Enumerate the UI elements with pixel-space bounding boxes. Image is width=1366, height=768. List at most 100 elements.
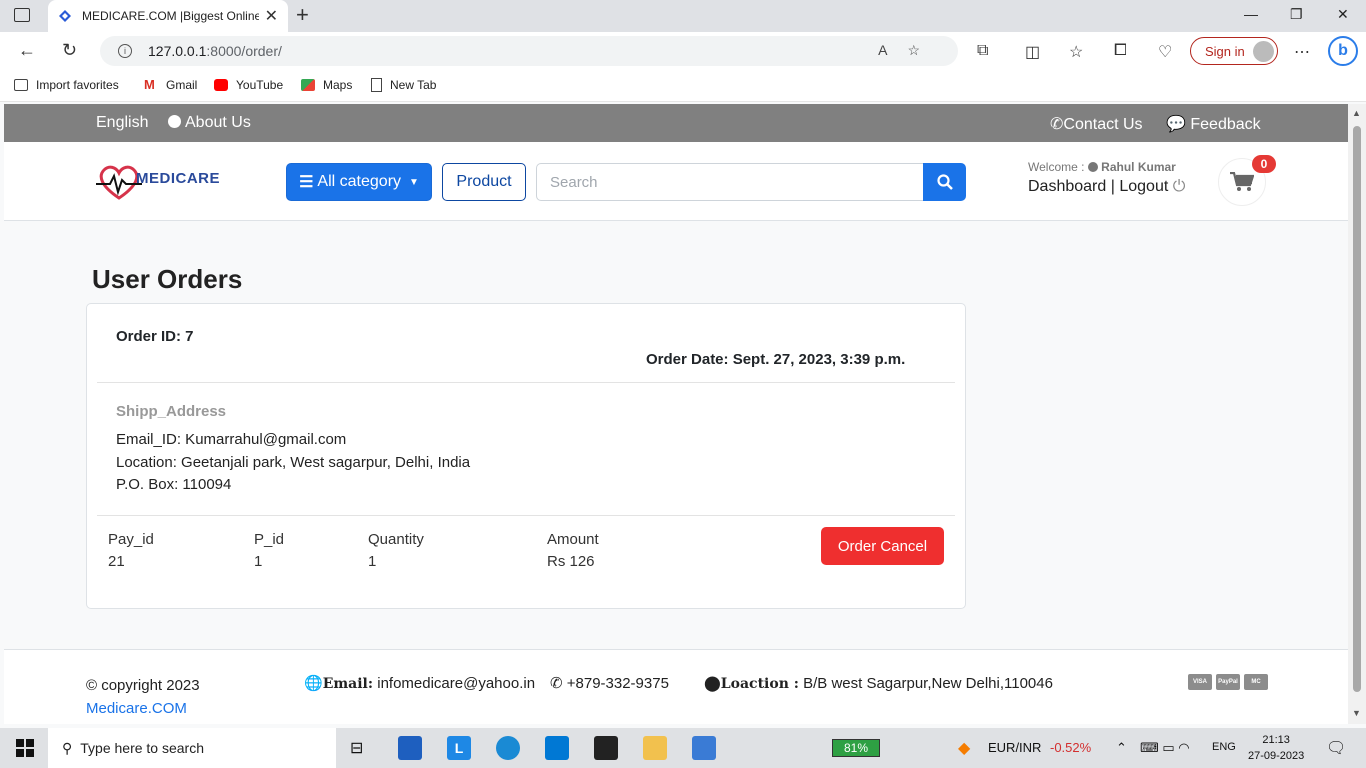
url-path: :8000/order/ <box>206 43 282 59</box>
shipping-email: Email_ID: Kumarrahul@gmail.com <box>116 431 347 448</box>
bookmark-gmail[interactable]: M Gmail <box>144 78 197 92</box>
order-id: Order ID: 7 <box>116 328 194 345</box>
logout-link[interactable]: Logout <box>1119 178 1168 195</box>
logo-text: MEDICARE <box>136 170 221 187</box>
language-link[interactable]: English <box>96 114 148 132</box>
product-button[interactable]: Product <box>442 163 526 201</box>
site-link[interactable]: Medicare.COM <box>86 700 187 717</box>
terminal-app-icon[interactable] <box>594 736 618 760</box>
system-clock[interactable]: 21:13 27-09-2023 <box>1248 732 1304 764</box>
user-circle-icon <box>1087 162 1098 172</box>
all-category-dropdown[interactable]: ☰ All category ▼ <box>286 163 432 201</box>
browser-tab[interactable]: MEDICARE.COM |Biggest Online ✕ <box>48 0 288 32</box>
site-header: MEDICARE ☰ All category ▼ Product Search… <box>4 142 1348 221</box>
page-scrollbar[interactable]: ▲ ▼ <box>1348 104 1366 724</box>
site-info-icon[interactable]: i <box>118 44 132 58</box>
contact-us-link[interactable]: ✆Contact Us <box>1050 114 1143 134</box>
browser-tab-strip: MEDICARE.COM |Biggest Online ✕ + — ❐ ✕ <box>0 0 1366 32</box>
tray-icons[interactable]: ⌨ ▭ ◠ <box>1140 740 1190 756</box>
back-icon[interactable]: ← <box>18 40 36 61</box>
dashboard-link[interactable]: Dashboard <box>1028 178 1106 195</box>
welcome-prefix: Welcome : <box>1028 160 1085 174</box>
tray-expand-icon[interactable]: ⌃ <box>1116 740 1127 756</box>
photos-app-icon[interactable] <box>692 736 716 760</box>
about-us-link[interactable]: About Us <box>168 114 251 132</box>
taskbar-search[interactable]: ⚲ Type here to search <box>48 728 336 768</box>
phone-icon: ✆ <box>1050 116 1064 133</box>
column-header: Amount <box>547 531 599 548</box>
shipping-heading: Shipp_Address <box>116 403 227 420</box>
l-app-icon[interactable]: L <box>447 736 471 760</box>
extensions-icon[interactable]: ⧉ <box>977 42 988 60</box>
cart-count-badge: 0 <box>1252 155 1276 173</box>
currency-widget-icon: ◆ <box>958 740 971 757</box>
bookmark-new-tab[interactable]: New Tab <box>371 78 436 92</box>
windows-taskbar: ⚲ Type here to search ⊟ L 81% ◆ EUR/INR … <box>0 728 1366 768</box>
currency-pair[interactable]: EUR/INR <box>988 740 1041 755</box>
file-explorer-icon[interactable] <box>643 736 667 760</box>
read-aloud-favorite-icons[interactable]: A☆ <box>878 42 940 59</box>
url-bar[interactable]: i 127.0.0.1:8000/order/ A☆ <box>100 36 958 66</box>
product-id-column: P_id 1 <box>254 529 284 573</box>
page-title: User Orders <box>92 264 243 294</box>
quantity-column: Quantity 1 <box>368 529 424 573</box>
search-button[interactable] <box>923 163 966 201</box>
sign-in-button[interactable]: Sign in <box>1190 37 1278 65</box>
order-date: Order Date: Sept. 27, 2023, 3:39 p.m. <box>646 351 906 368</box>
restore-icon[interactable]: ❐ <box>1290 6 1303 23</box>
bookmark-label: YouTube <box>236 78 284 92</box>
column-value: 21 <box>108 553 125 570</box>
bookmark-label: Maps <box>323 78 353 92</box>
favorites-icon[interactable]: ☆ <box>1069 42 1083 62</box>
settings-more-icon[interactable]: ⋯ <box>1294 42 1310 62</box>
window-close-icon[interactable]: ✕ <box>1337 6 1349 23</box>
tab-actions-icon[interactable] <box>14 8 30 22</box>
performance-icon[interactable]: ♡ <box>1158 42 1172 62</box>
split-screen-icon[interactable]: ◫ <box>1025 42 1040 62</box>
bookmark-maps[interactable]: Maps <box>301 78 352 92</box>
search-icon <box>936 174 953 190</box>
battery-indicator[interactable]: 81% <box>832 739 880 757</box>
location-label: Loaction : <box>720 676 799 692</box>
bookmark-label: Gmail <box>166 78 198 92</box>
order-cancel-button[interactable]: Order Cancel <box>821 527 944 565</box>
site-footer: © copyright 2023 Medicare.COM 🌐Email: in… <box>4 649 1348 724</box>
copilot-icon[interactable]: b <box>1328 36 1358 66</box>
scroll-down-icon[interactable]: ▼ <box>1352 708 1361 718</box>
youtube-icon <box>214 79 228 91</box>
email-value[interactable]: infomedicare@yahoo.in <box>377 675 535 692</box>
caret-down-icon: ▼ <box>409 176 419 188</box>
edge-app-icon[interactable] <box>496 736 520 760</box>
medicare-logo[interactable]: MEDICARE <box>96 162 221 202</box>
gmail-icon: M <box>144 77 155 92</box>
divider <box>97 382 955 383</box>
search-icon: ⚲ <box>62 739 73 756</box>
bookmark-youtube[interactable]: YouTube <box>214 78 283 92</box>
copyright-text: © copyright 2023 <box>86 677 200 694</box>
feedback-link[interactable]: 💬 Feedback <box>1166 114 1261 134</box>
language-indicator[interactable]: ENG <box>1212 741 1236 753</box>
visa-card-icon: VISA <box>1188 674 1212 690</box>
sign-in-label: Sign in <box>1205 43 1245 59</box>
bookmark-label: Import favorites <box>36 78 119 92</box>
order-card: Order ID: 7 Order Date: Sept. 27, 2023, … <box>86 303 966 609</box>
bookmark-import-favorites[interactable]: Import favorites <box>14 78 119 92</box>
search-input[interactable]: Search <box>536 163 924 201</box>
minimize-icon[interactable]: — <box>1244 6 1258 22</box>
shipping-pobox: P.O. Box: 110094 <box>116 476 232 493</box>
phone-value[interactable]: +879-332-9375 <box>567 675 669 692</box>
scroll-thumb[interactable] <box>1353 126 1361 692</box>
store-app-icon[interactable] <box>398 736 422 760</box>
windows-start-icon[interactable] <box>16 739 34 760</box>
notifications-icon[interactable]: 🗨 <box>1326 738 1346 758</box>
collections-icon[interactable]: ⧠ <box>1114 42 1127 60</box>
new-tab-icon[interactable]: + <box>296 4 309 26</box>
scroll-up-icon[interactable]: ▲ <box>1352 108 1361 118</box>
page-icon <box>371 78 382 92</box>
task-view-icon[interactable]: ⊟ <box>350 738 363 758</box>
tab-close-icon[interactable]: ✕ <box>265 6 278 26</box>
account-links: Dashboard | Logout ⏻ <box>1028 178 1185 196</box>
vscode-app-icon[interactable] <box>545 736 569 760</box>
refresh-icon[interactable]: ↻ <box>62 40 77 61</box>
map-marker-icon: ⬤ <box>704 675 721 692</box>
